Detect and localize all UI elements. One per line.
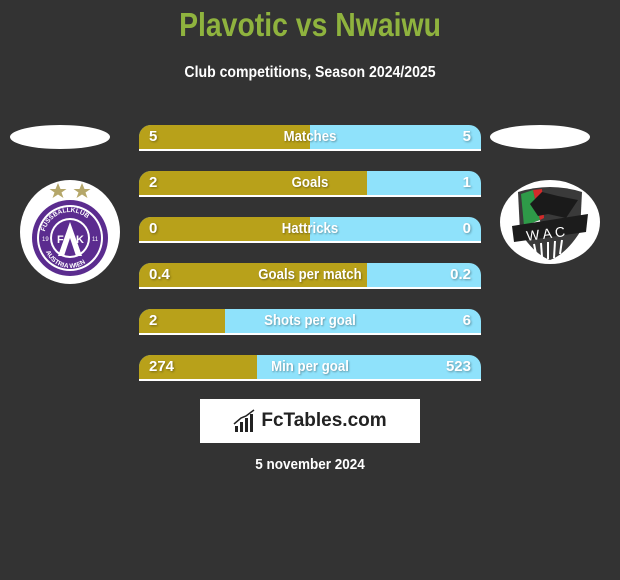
stat-label: Goals [291, 174, 329, 191]
wac-crest-icon: W A C [512, 187, 588, 260]
stat-bar-shots-per-goal: 2 Shots per goal 6 [139, 309, 481, 335]
competition-subtitle: Club competitions, Season 2024/2025 [184, 64, 436, 81]
left-value: 2 [149, 174, 158, 191]
stat-label: Min per goal [271, 358, 349, 375]
right-player-name-oval [490, 125, 590, 149]
stat-bar-hattricks: 0 Hattricks 0 [139, 217, 481, 243]
left-player-name-oval [10, 125, 110, 149]
svg-text:11: 11 [92, 237, 99, 243]
svg-text:19: 19 [42, 237, 49, 243]
svg-text:K: K [76, 234, 84, 246]
austria-wien-crest-icon: F K 19 11 FUSSBALLKLUB AUSTRIA WIEN [32, 183, 108, 276]
svg-text:F: F [57, 234, 64, 246]
stat-bar-min-per-goal: 274 Min per goal 523 [139, 355, 481, 381]
right-value: 0.2 [450, 266, 471, 283]
left-value: 2 [149, 312, 158, 329]
stat-bar-goals: 2 Goals 1 [139, 171, 481, 197]
right-value: 0 [462, 220, 471, 237]
stat-label: Shots per goal [264, 312, 356, 329]
fctables-brand-logo[interactable]: FcTables.com [200, 399, 420, 443]
left-value: 5 [149, 128, 158, 145]
right-value: 1 [462, 174, 471, 191]
page-title: Plavotic vs Nwaiwu [179, 6, 441, 43]
brand-text: FcTables.com [261, 410, 387, 431]
stat-label: Goals per match [258, 266, 362, 283]
right-value: 523 [445, 358, 471, 375]
right-team-logo: W A C [500, 180, 600, 264]
left-value: 0 [149, 220, 158, 237]
stat-label: Hattricks [281, 220, 339, 237]
right-value: 5 [462, 128, 471, 145]
stat-label: Matches [283, 128, 337, 145]
right-value: 6 [462, 312, 471, 329]
left-team-logo: F K 19 11 FUSSBALLKLUB AUSTRIA WIEN [20, 180, 120, 284]
stat-bar-goals-per-match: 0.4 Goals per match 0.2 [139, 263, 481, 289]
match-date: 5 november 2024 [255, 456, 365, 473]
stat-bar-matches: 5 Matches 5 [139, 125, 481, 151]
bar-chart-icon [233, 409, 255, 432]
